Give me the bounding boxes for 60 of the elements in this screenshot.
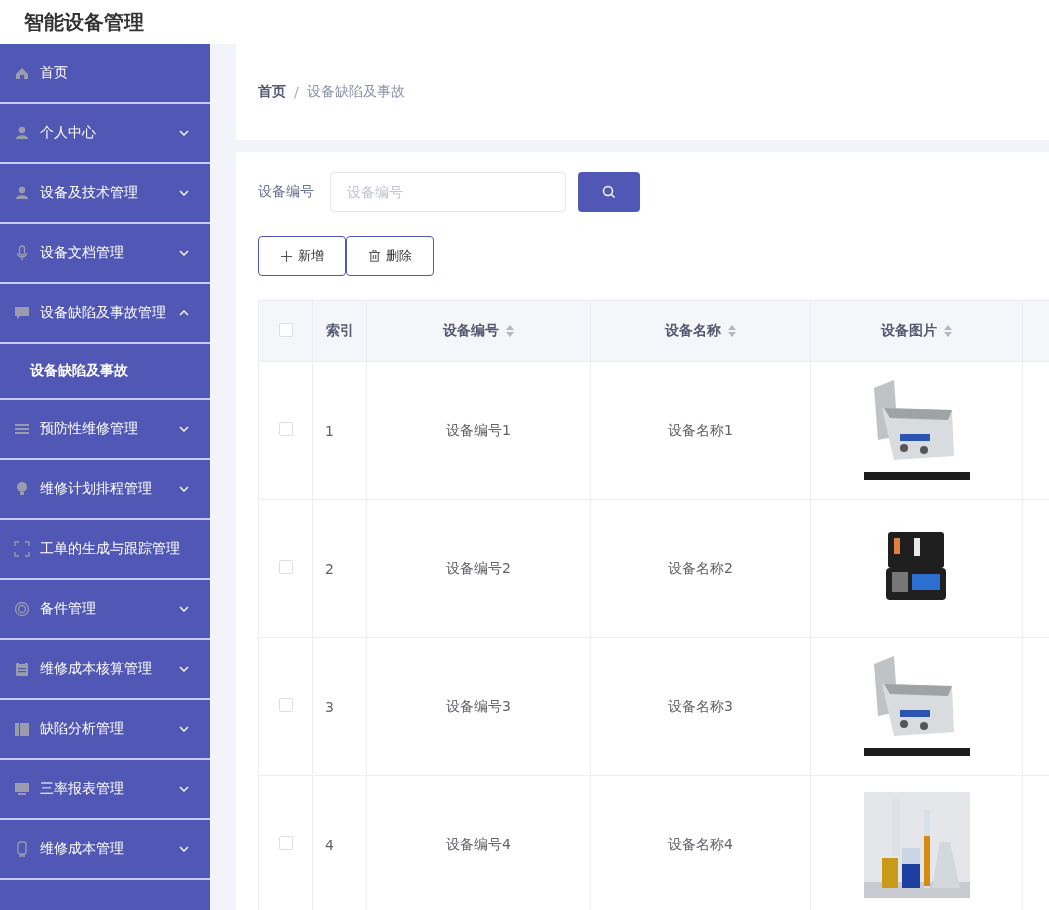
search-field[interactable]: 设备编号 bbox=[330, 172, 566, 212]
menu-item-icon bbox=[14, 125, 30, 141]
menu-item-icon bbox=[14, 661, 30, 677]
menu-item-icon bbox=[14, 421, 30, 437]
row-checkbox[interactable] bbox=[278, 560, 293, 574]
row-checkbox[interactable] bbox=[278, 422, 293, 436]
column-header: 设备图片 bbox=[880, 322, 937, 340]
sidebar-item[interactable]: 三率报表管理 bbox=[0, 760, 210, 820]
search-button[interactable] bbox=[578, 172, 640, 212]
column-header: 设备编号 bbox=[442, 322, 499, 340]
table-cell: 设备名称1 bbox=[590, 361, 811, 500]
table-cell: 2 bbox=[312, 499, 367, 638]
submenu-item[interactable]: 设备缺陷及事故 bbox=[0, 344, 210, 400]
table-cell: 设备编号1 bbox=[366, 361, 591, 500]
menu-item-icon bbox=[14, 601, 30, 617]
sidebar-item[interactable]: 维修成本核算管理 bbox=[0, 640, 210, 700]
field-label: 设备编号 bbox=[258, 183, 315, 201]
table-cell: 设备编号3 bbox=[366, 637, 591, 776]
breadcrumb-separator: / bbox=[294, 84, 299, 100]
row-checkbox[interactable] bbox=[278, 698, 293, 712]
menu-item-icon bbox=[14, 481, 30, 497]
menu-item-icon bbox=[14, 781, 30, 797]
sidebar-item[interactable]: 维修计划排程管理 bbox=[0, 460, 210, 520]
trash-icon bbox=[368, 250, 380, 262]
sort-icon[interactable] bbox=[726, 324, 737, 338]
sort-icon[interactable] bbox=[942, 324, 953, 338]
column-header: 索引 bbox=[325, 322, 354, 340]
delete-button[interactable]: 删除 bbox=[346, 236, 434, 276]
row-checkbox[interactable] bbox=[278, 836, 293, 850]
sidebar-item[interactable]: 维修成本管理 bbox=[0, 820, 210, 880]
menu-item-icon bbox=[14, 185, 30, 201]
menu-item-icon bbox=[14, 245, 30, 261]
table-cell: 设备编号2 bbox=[366, 499, 591, 638]
sidebar-item[interactable]: 设备缺陷及事故管理 bbox=[0, 284, 210, 344]
sidebar-item[interactable]: 首页 bbox=[0, 44, 210, 104]
sidebar-item[interactable]: 设备及技术管理 bbox=[0, 164, 210, 224]
sidebar-item[interactable]: 备件管理 bbox=[0, 580, 210, 640]
breadcrumb-item[interactable]: 首页 bbox=[258, 83, 286, 101]
sidebar-item[interactable]: 个人中心 bbox=[0, 104, 210, 164]
table-cell: 1 bbox=[312, 361, 367, 500]
select-all-checkbox[interactable] bbox=[278, 322, 293, 337]
sidebar-item[interactable]: 工单的生成与跟踪管理 bbox=[0, 520, 210, 580]
sidebar-item[interactable]: 设备文档管理 bbox=[0, 224, 210, 284]
menu-item-icon bbox=[14, 541, 30, 557]
breadcrumb-item: 设备缺陷及事故 bbox=[306, 83, 405, 101]
search-icon bbox=[602, 185, 616, 199]
menu-item-icon bbox=[14, 305, 30, 321]
sort-icon[interactable] bbox=[504, 324, 515, 338]
menu-item-icon bbox=[14, 65, 30, 81]
sidebar-item[interactable]: 缺陷分析管理 bbox=[0, 700, 210, 760]
app-title: 智能设备管理 bbox=[24, 8, 144, 36]
table-cell: 设备名称2 bbox=[590, 499, 811, 638]
menu-item-icon bbox=[14, 841, 30, 857]
plus-icon bbox=[280, 250, 292, 262]
column-header: 设备名称 bbox=[664, 322, 721, 340]
add-button[interactable]: 新增 bbox=[258, 236, 346, 276]
sidebar-item[interactable]: 预防性维修管理 bbox=[0, 400, 210, 460]
table-cell: 设备名称3 bbox=[590, 637, 811, 776]
table-cell: 3 bbox=[312, 637, 367, 776]
menu-item-icon bbox=[14, 721, 30, 737]
